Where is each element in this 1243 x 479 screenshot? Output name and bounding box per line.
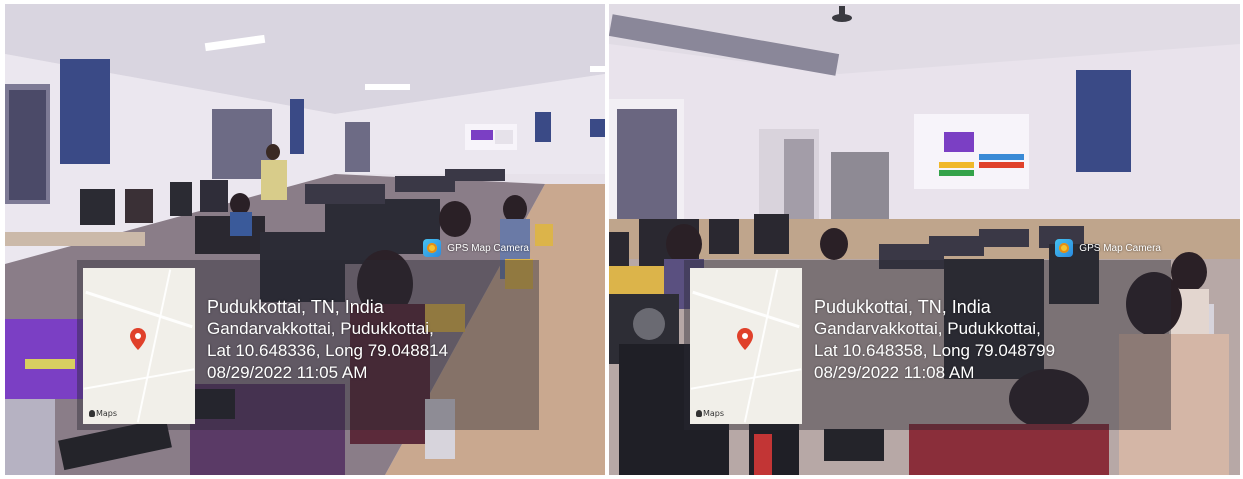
- gps-map-camera-icon: [423, 239, 442, 257]
- stamp-text: Pudukkottai, TN, India Gandarvakkottai, …: [207, 296, 448, 384]
- stamp-coordinates: Lat 10.648336, Long 79.048814: [207, 341, 449, 360]
- stamp-coordinates: Lat 10.648358, Long 79.048799: [814, 341, 1056, 360]
- map-thumbnail: Maps: [83, 268, 195, 424]
- apple-maps-label: Maps: [89, 409, 117, 418]
- map-pin-icon: [130, 328, 146, 350]
- photo-lab-right: GPS Map Camera Maps Pudukkottai, TN, Ind…: [609, 4, 1240, 475]
- stamp-datetime: 08/29/2022 11:08 AM: [814, 363, 975, 382]
- map-pin-icon: [737, 328, 753, 350]
- apple-maps-label: Maps: [696, 409, 724, 418]
- stamp-location: Pudukkottai, TN, India: [814, 297, 991, 317]
- gps-stamp: GPS Map Camera Maps Pudukkottai, TN, Ind…: [77, 239, 539, 430]
- gps-map-camera-badge: GPS Map Camera: [423, 238, 529, 258]
- gps-map-camera-icon: [1055, 239, 1074, 257]
- photo-lab-left: GPS Map Camera Maps Pudukkottai, TN, Ind…: [5, 4, 605, 475]
- stamp-location: Pudukkottai, TN, India: [207, 297, 384, 317]
- stamp-text: Pudukkottai, TN, India Gandarvakkottai, …: [814, 296, 1055, 384]
- app-name: GPS Map Camera: [447, 242, 529, 254]
- gps-map-camera-badge: GPS Map Camera: [1055, 238, 1161, 258]
- stamp-datetime: 08/29/2022 11:05 AM: [207, 363, 368, 382]
- app-name: GPS Map Camera: [1079, 242, 1161, 254]
- gps-stamp: GPS Map Camera Maps Pudukkottai, TN, Ind…: [684, 239, 1171, 430]
- apple-icon: [89, 410, 95, 417]
- stamp-address: Gandarvakkottai, Pudukkottai,: [814, 319, 1041, 338]
- apple-icon: [696, 410, 702, 417]
- stamp-address: Gandarvakkottai, Pudukkottai,: [207, 319, 434, 338]
- map-thumbnail: Maps: [690, 268, 802, 424]
